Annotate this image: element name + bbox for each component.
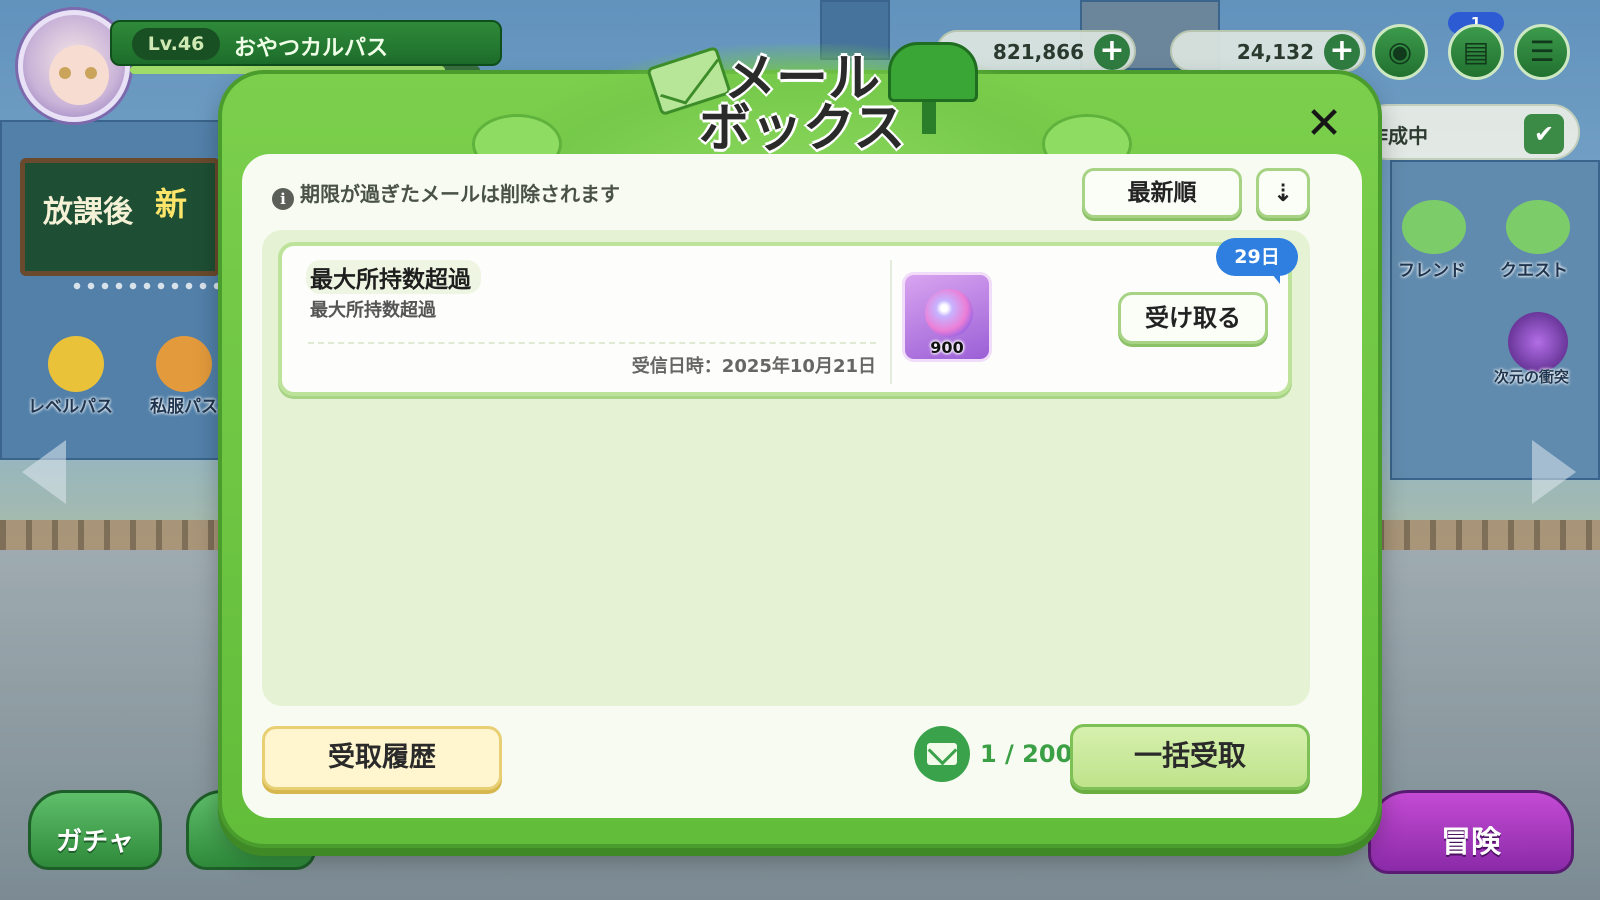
receive-button[interactable]: 受け取る [1118,292,1268,344]
uniform-pass-label[interactable]: 私服パス [150,392,218,417]
mail-icon [914,726,970,782]
currency-2-plus-button[interactable]: + [1324,34,1360,70]
modal-title-line-1: メール [723,49,881,109]
avatar-face [49,45,109,105]
sort-direction-button[interactable]: ⇣ [1256,168,1310,218]
inventory-icon: ▤ [1462,35,1490,68]
event-banner[interactable]: 放課後 新 [20,158,220,276]
event-banner-title: 放課後 [43,195,133,230]
gacha-button[interactable]: ガチャ [28,790,162,870]
mail-subtitle: 最大所持数超過 [310,300,436,321]
mail-divider [308,342,876,344]
mail-count: 1 / 200 [980,740,1073,768]
mailbox-modal: メール ボックス ✕ i 期限が過ぎたメールは削除されます 最新順 ⇣ 最大所持数… [218,42,1382,848]
expiry-badge: 29日 [1216,238,1298,284]
sort-direction-icon: ⇣ [1272,179,1294,207]
mailbox-panel: i 期限が過ぎたメールは削除されます 最新順 ⇣ 最大所持数超過 最大所持数超過 … [242,154,1362,818]
modal-title: メール ボックス [662,49,942,159]
friend-label[interactable]: フレンド [1398,256,1466,281]
receive-history-button[interactable]: 受取履歴 [262,726,502,790]
currency-2-value: 24,132 [1236,40,1314,64]
info-icon: i [272,188,294,210]
task-status-pill[interactable]: 作成中 ✔ [1360,104,1580,160]
dimension-clash-label[interactable]: 次元の衝突 [1494,366,1569,387]
mail-title: 最大所持数超過 [306,260,481,294]
close-button[interactable]: ✕ [1300,100,1348,148]
event-banner-title-2: 新 [155,185,188,223]
adventure-label: 冒険 [1441,825,1501,860]
expiry-notice: i 期限が過ぎたメールは削除されます [272,178,620,210]
modal-title-line-2: ボックス [698,99,906,159]
currency-1-plus-button[interactable]: + [1094,34,1130,70]
next-arrow-icon[interactable] [1532,440,1576,504]
bell-icon: ◉ [1387,35,1413,68]
quest-label[interactable]: クエスト [1500,256,1568,281]
sort-order-button[interactable]: 最新順 [1082,168,1242,218]
player-level-bar[interactable]: Lv.46 おやつカルパス [110,20,502,66]
expiry-notice-text: 期限が過ぎたメールは削除されます [300,182,620,206]
receive-all-button[interactable]: 一括受取 [1070,724,1310,790]
level-badge: Lv.46 [132,28,220,60]
gem-icon [925,289,973,337]
avatar-eye [59,67,71,79]
mail-separator [890,260,892,384]
mail-item[interactable]: 最大所持数超過 最大所持数超過 受信日時：2025年10月21日 900 受け取… [278,238,1298,396]
dimension-clash-icon[interactable] [1508,312,1568,372]
friend-icon[interactable] [1402,200,1466,254]
reward-count: 900 [930,338,964,357]
quest-icon[interactable] [1506,200,1570,254]
mail-received-date: 受信日時：2025年10月21日 [631,356,876,377]
reward-item[interactable]: 900 [902,272,992,362]
banner-pagination-dots [70,282,220,290]
notification-button[interactable]: ◉ [1372,24,1428,80]
check-icon: ✔ [1524,114,1564,154]
prev-arrow-icon[interactable] [22,440,66,504]
menu-icon: ☰ [1529,35,1555,68]
uniform-pass-icon[interactable] [156,336,212,392]
sunflower-icon[interactable] [48,336,104,392]
player-name: おやつカルパス [234,36,389,61]
adventure-button[interactable]: 冒険 [1368,790,1574,874]
inventory-button[interactable]: ▤ [1448,24,1504,80]
menu-button[interactable]: ☰ [1514,24,1570,80]
avatar-eye [85,67,97,79]
level-pass-label[interactable]: レベルパス [28,392,113,417]
currency-2-pill: 24,132 + [1170,30,1366,72]
gacha-label: ガチャ [56,827,134,857]
mail-list[interactable]: 最大所持数超過 最大所持数超過 受信日時：2025年10月21日 900 受け取… [262,230,1310,706]
